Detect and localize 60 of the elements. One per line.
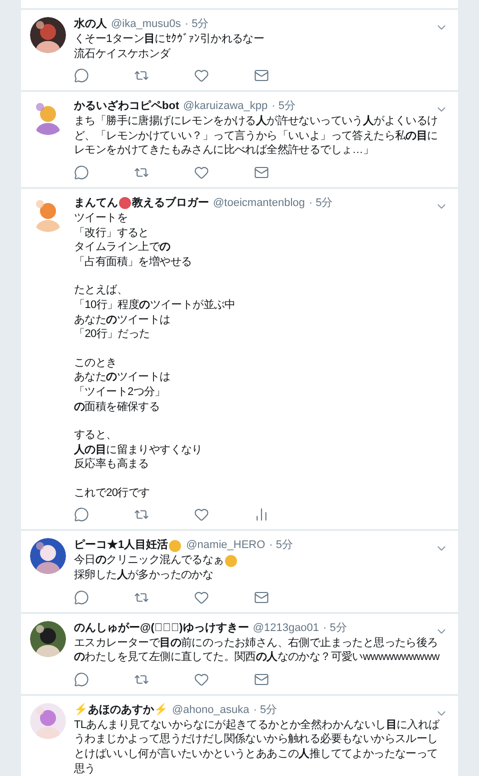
envelope-icon[interactable] — [254, 672, 269, 687]
like-icon[interactable] — [194, 590, 209, 605]
user-handle[interactable]: @karuizawa_kpp — [183, 99, 268, 114]
reply-icon[interactable] — [74, 507, 89, 522]
user-name[interactable]: まんてん — [74, 196, 118, 211]
like-icon[interactable] — [194, 507, 209, 522]
tweet-text: あなたのツイートは — [74, 312, 172, 328]
tweet-text: 「20行」だった — [74, 327, 151, 342]
tweet-text: 「改行」すると — [74, 226, 150, 240]
user-handle[interactable]: @ika_musu0s — [111, 17, 181, 32]
tweet-text: たとえば、 — [74, 283, 129, 298]
emoji-icon — [224, 554, 237, 567]
tweet-text: すると、 — [74, 428, 118, 443]
tweet-time[interactable]: · 5分 — [184, 17, 209, 32]
tweet-text: ツイートを — [74, 210, 129, 226]
emoji-icon — [169, 540, 182, 552]
tweet-time[interactable]: · 5分 — [323, 620, 347, 636]
tweet-text: 「ツイート2つ分」 — [74, 384, 166, 400]
tweet-text: このとき — [74, 356, 118, 370]
user-handle[interactable]: @toeicmantenblog — [213, 196, 305, 211]
user-handle[interactable]: @namie_HERO — [186, 538, 266, 554]
user-name[interactable]: 教えるブロガー — [132, 196, 209, 211]
tweet-text: 「占有面積」を増やせる — [74, 254, 193, 270]
reply-icon[interactable] — [74, 590, 89, 605]
emoji-icon — [119, 197, 131, 210]
tweet-text: 人の目に留まりやすくなり — [74, 442, 204, 458]
envelope-icon[interactable] — [254, 590, 269, 605]
tweet-text: 採卵した人が多かったのかな — [74, 568, 214, 583]
envelope-icon[interactable] — [254, 164, 269, 180]
tweet-text: TLあんまり見てないからなにが起きてるかとか全然わかんないし目に入ればうわまじかよって思うだけだし関係ないから触れる必要もないからスルーしとけばいいし何が言いたいかというとああこの人推しててよかったなーって思う — [74, 718, 441, 776]
tweet-text: これで20行です — [74, 486, 151, 500]
tweet-text: 流石ケイスケホンダ — [74, 46, 172, 62]
user-name[interactable]: のんしゅがー@(ﾟ∀ﾟ)ゆっけすきー — [74, 620, 249, 636]
tweet-text: まち「勝手に唐揚げにレモンをかける人が許せないっていう人がよくいるけど、「レモンかけていい？」って言うから「いいよ」って答えたら私の目にレモンをかけてきたもみさんに比べれば全然許せるでしょ…」 — [74, 114, 439, 158]
envelope-icon[interactable] — [254, 68, 269, 84]
user-name[interactable]: ⚡あほのあすか⚡ — [74, 702, 168, 718]
tweet-text: エスカレーターで目の前にのったお姉さん、右側で止まったと思ったら後ろのわたしを見て左側に直してた。関西の人なのかな？可愛いwwwwwwwwww — [74, 636, 441, 665]
reply-icon[interactable] — [74, 68, 89, 84]
user-name[interactable]: かるいざわコピペbot — [74, 99, 180, 114]
tweet-time[interactable]: · 5分 — [253, 702, 278, 718]
tweet-time[interactable]: · 5分 — [308, 196, 333, 211]
tweet-text: 今日のクリニック混んでるなぁ — [74, 553, 224, 568]
like-icon[interactable] — [194, 672, 209, 687]
like-icon[interactable] — [194, 164, 209, 180]
user-handle[interactable]: @1213gao01 — [252, 620, 320, 636]
tweet-text: の面積を確保する — [74, 400, 161, 414]
user-handle[interactable]: @ahono_asuka — [172, 702, 250, 718]
tweet-time[interactable]: · 5分 — [269, 538, 293, 554]
tweet-text: 反応率も高まる — [74, 457, 150, 472]
reply-icon[interactable] — [74, 164, 89, 180]
like-icon[interactable] — [194, 68, 209, 84]
tweet-text: あなたのツイートは — [74, 370, 172, 385]
tweet-text: タイムライン上での — [74, 240, 172, 255]
tweet-time[interactable]: · 5分 — [272, 99, 296, 114]
user-name[interactable]: ピーコ★1人目妊活 — [74, 538, 168, 554]
bar-chart-icon[interactable] — [254, 507, 269, 522]
tweet-text: 「10行」程度のツイートが並ぶ中 — [74, 298, 236, 313]
user-name[interactable]: 水の人 — [74, 17, 107, 32]
tweet-text: くそー1ターン目にｾｸｳﾞｧﾝ引かれるなー — [74, 32, 266, 47]
reply-icon[interactable] — [74, 672, 89, 687]
